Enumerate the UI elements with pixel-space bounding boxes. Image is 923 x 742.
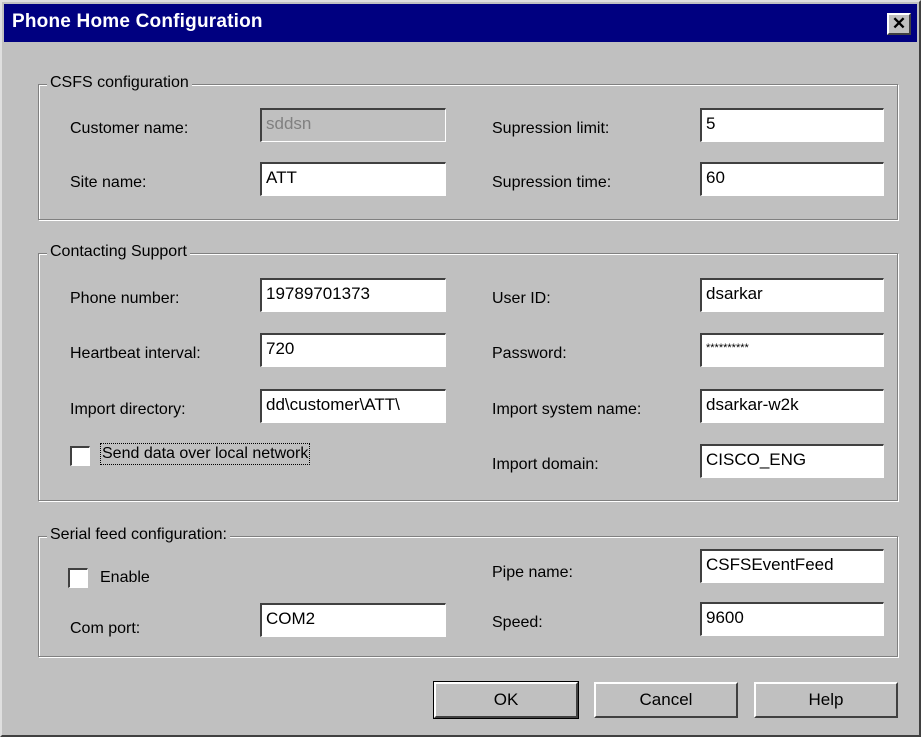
phone-home-dialog: Phone Home Configuration ✕ CSFS configur… [0,0,921,737]
site-name-label: Site name: [70,174,147,191]
csfs-configuration-group: CSFS configuration [38,74,898,220]
send-local-network-label[interactable]: Send data over local network [99,443,311,465]
import-system-name-input[interactable]: dsarkar-w2k [700,389,884,423]
import-domain-input[interactable]: CISCO_ENG [700,444,884,478]
site-name-input[interactable]: ATT [260,162,446,196]
close-icon: ✕ [891,14,907,33]
speed-input[interactable]: 9600 [700,602,884,636]
cancel-button[interactable]: Cancel [594,682,738,718]
window-title: Phone Home Configuration [12,11,263,32]
import-directory-input[interactable]: dd\customer\ATT\ [260,389,446,423]
import-directory-label: Import directory: [70,401,186,418]
password-input[interactable]: ********** [700,333,884,367]
contacting-support-legend: Contacting Support [47,243,190,261]
phone-number-label: Phone number: [70,290,180,307]
enable-checkbox[interactable] [68,568,88,588]
heartbeat-interval-label: Heartbeat interval: [70,345,201,362]
ok-button[interactable]: OK [433,681,579,719]
speed-label: Speed: [492,614,543,631]
serial-feed-legend: Serial feed configuration: [47,526,230,544]
user-id-input[interactable]: dsarkar [700,278,884,312]
customer-name-input[interactable]: sddsn [260,108,446,142]
close-button[interactable]: ✕ [887,13,911,35]
title-bar[interactable]: Phone Home Configuration ✕ [4,4,917,42]
import-domain-label: Import domain: [492,456,599,473]
supression-time-input[interactable]: 60 [700,162,884,196]
import-system-name-label: Import system name: [492,401,642,418]
supression-limit-label: Supression limit: [492,120,610,137]
enable-label[interactable]: Enable [100,569,150,587]
heartbeat-interval-input[interactable]: 720 [260,333,446,367]
pipe-name-input[interactable]: CSFSEventFeed [700,549,884,583]
supression-limit-input[interactable]: 5 [700,108,884,142]
com-port-label: Com port: [70,620,141,637]
user-id-label: User ID: [492,290,551,307]
customer-name-label: Customer name: [70,120,189,137]
phone-number-input[interactable]: 19789701373 [260,278,446,312]
send-local-network-checkbox[interactable] [70,446,90,466]
supression-time-label: Supression time: [492,174,612,191]
pipe-name-label: Pipe name: [492,564,573,581]
password-label: Password: [492,345,567,362]
com-port-input[interactable]: COM2 [260,603,446,637]
csfs-configuration-legend: CSFS configuration [47,74,192,92]
help-button[interactable]: Help [754,682,898,718]
